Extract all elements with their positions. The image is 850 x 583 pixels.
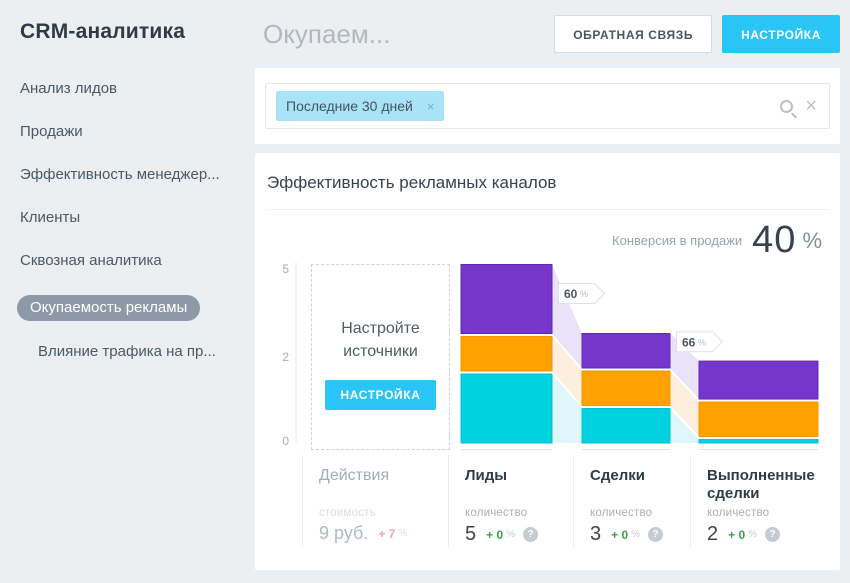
sidebar-item[interactable]: Анализ лидов xyxy=(20,80,255,98)
conversion-unit: % xyxy=(802,228,822,254)
stat-value: 3 xyxy=(590,523,601,546)
stat-column: Действиястоимость 9 руб. + 7% xyxy=(302,455,448,547)
stat-name: Лиды xyxy=(465,467,573,507)
sidebar-item-label: Клиенты xyxy=(20,209,80,226)
svg-text:%: % xyxy=(580,289,588,299)
help-icon[interactable]: ? xyxy=(648,527,663,542)
funnel-chart: 60%66% Настройте источники НАСТРОЙКА 520 xyxy=(255,262,840,454)
stat-column: Лидыколичество 5 + 0%? xyxy=(448,455,573,547)
transition-flag: 60% xyxy=(559,284,605,304)
stat-delta-unit: % xyxy=(631,529,640,540)
sidebar-item[interactable]: Окупаемость рекламы xyxy=(17,295,255,321)
sidebar-item[interactable]: Влияние трафика на пр... xyxy=(20,343,255,361)
search-icon[interactable] xyxy=(780,100,793,113)
stat-value: 9 руб. xyxy=(319,523,368,544)
stat-delta: + 0 xyxy=(486,528,503,542)
stat-delta-unit: % xyxy=(748,529,757,540)
stat-name: Сделки xyxy=(590,467,690,507)
conversion-block: Конверсия в продажи 40 % xyxy=(612,219,822,262)
stat-metric: стоимость xyxy=(319,507,448,519)
filter-card: Последние 30 дней × × xyxy=(255,68,840,144)
stat-delta: + 7 xyxy=(378,527,395,541)
sidebar-item-label: Окупаемость рекламы xyxy=(17,295,200,321)
topbar: Окупаем... ОБРАТНАЯ СВЯЗЬ НАСТРОЙКА xyxy=(255,13,840,55)
y-axis-tick: 2 xyxy=(269,350,289,364)
stat-column: Выполненные сделкиколичество 2 + 0%? xyxy=(690,455,840,547)
sidebar-item-label: Влияние трафика на пр... xyxy=(38,343,216,360)
placeholder-settings-button[interactable]: НАСТРОЙКА xyxy=(325,380,437,410)
sources-placeholder: Настройте источники НАСТРОЙКА xyxy=(311,264,450,450)
clear-search-icon[interactable]: × xyxy=(805,96,817,116)
y-axis-tick: 0 xyxy=(269,434,289,448)
panel-divider xyxy=(265,209,830,210)
stat-value: 2 xyxy=(707,523,718,546)
stat-delta-unit: % xyxy=(398,528,407,539)
stat-name: Действия xyxy=(319,467,448,507)
stat-value: 5 xyxy=(465,523,476,546)
page-title: Окупаем... xyxy=(263,19,554,50)
sidebar-item[interactable]: Продажи xyxy=(20,123,255,141)
conversion-label: Конверсия в продажи xyxy=(612,233,742,248)
svg-text:66: 66 xyxy=(682,335,696,349)
sidebar-item-label: Анализ лидов xyxy=(20,80,117,97)
help-icon[interactable]: ? xyxy=(765,527,780,542)
stat-value-row: 5 + 0%? xyxy=(465,523,573,546)
help-icon[interactable]: ? xyxy=(523,527,538,542)
conversion-value: 40 xyxy=(752,219,796,262)
panel-title: Эффективность рекламных каналов xyxy=(255,153,840,209)
sidebar-menu: Анализ лидов Продажи Эффективность менедже… xyxy=(20,80,255,361)
sidebar-item-label: Эффективность менеджер... xyxy=(20,166,220,183)
stat-metric: количество xyxy=(590,507,690,519)
stats-row: Действиястоимость9 руб.+ 7%Лидыколичеств… xyxy=(255,455,840,563)
stat-value-row: 2 + 0%? xyxy=(707,523,840,546)
sidebar-item-label: Сквозная аналитика xyxy=(20,252,162,269)
svg-text:%: % xyxy=(698,337,706,347)
stat-value-row: 9 руб. + 7% xyxy=(319,523,448,544)
sidebar-item-label: Продажи xyxy=(20,123,83,140)
filter-tag-label: Последние 30 дней xyxy=(286,98,413,114)
stat-metric: количество xyxy=(465,507,573,519)
svg-text:60: 60 xyxy=(564,287,578,301)
tag-close-icon[interactable]: × xyxy=(427,99,435,114)
sidebar-item[interactable]: Эффективность менеджер... xyxy=(20,166,255,184)
sidebar: CRM-аналитика Анализ лидов Продажи Эффекти… xyxy=(0,0,255,583)
sidebar-item[interactable]: Сквозная аналитика xyxy=(20,252,255,270)
transition-flag: 66% xyxy=(677,332,723,352)
search-input[interactable]: Последние 30 дней × × xyxy=(265,83,830,129)
sidebar-item[interactable]: Клиенты xyxy=(20,209,255,227)
chart-card: Эффективность рекламных каналов Конверси… xyxy=(255,153,840,570)
filter-tag[interactable]: Последние 30 дней × xyxy=(276,91,444,121)
stat-name: Выполненные сделки xyxy=(707,467,840,507)
feedback-button[interactable]: ОБРАТНАЯ СВЯЗЬ xyxy=(554,15,712,53)
main-area: Окупаем... ОБРАТНАЯ СВЯЗЬ НАСТРОЙКА Посл… xyxy=(255,0,840,583)
app-title: CRM-аналитика xyxy=(20,20,255,44)
stat-delta: + 0 xyxy=(611,528,628,542)
stat-delta-unit: % xyxy=(506,529,515,540)
y-axis-tick: 5 xyxy=(269,262,289,276)
stat-metric: количество xyxy=(707,507,840,519)
stat-value-row: 3 + 0%? xyxy=(590,523,690,546)
stat-column: Сделкиколичество 3 + 0%? xyxy=(573,455,690,547)
stat-delta: + 0 xyxy=(728,528,745,542)
settings-button[interactable]: НАСТРОЙКА xyxy=(722,15,840,53)
placeholder-text: Настройте источники xyxy=(312,317,449,363)
